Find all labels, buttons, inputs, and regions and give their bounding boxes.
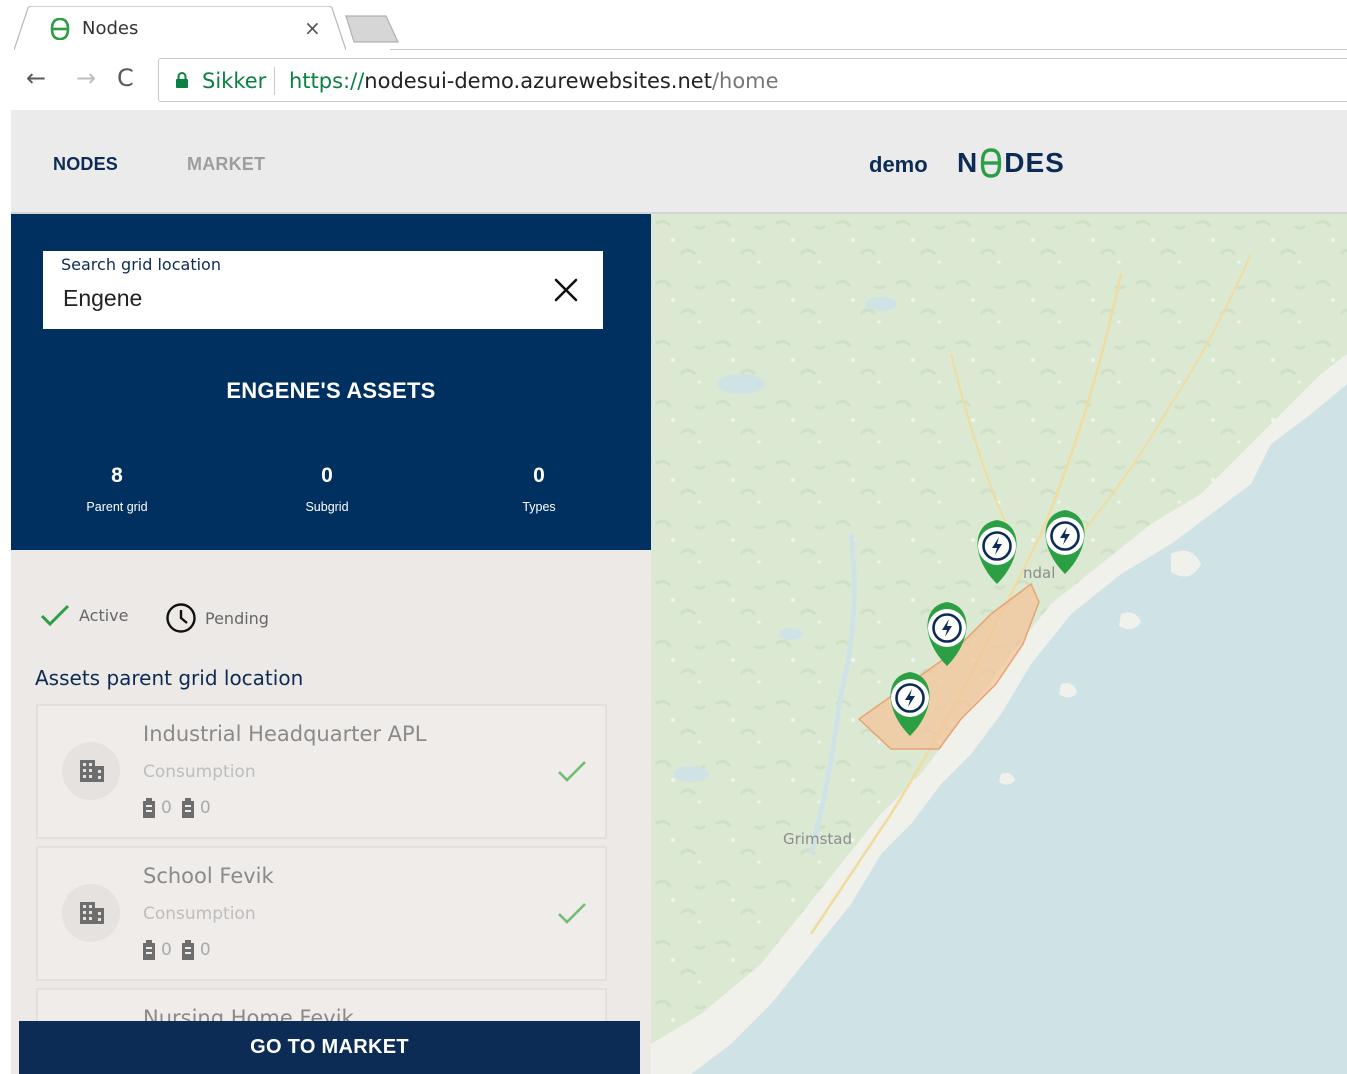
logo-o-icon bbox=[981, 148, 1002, 178]
active-check-icon bbox=[558, 761, 586, 782]
legend-active-label: Active bbox=[79, 605, 129, 625]
battery-icon bbox=[181, 940, 194, 960]
url-scheme: https:// bbox=[289, 69, 365, 93]
stat-value: 0 bbox=[321, 464, 333, 487]
map-label-grimstad: Grimstad bbox=[783, 830, 852, 848]
logo-text-right: DES bbox=[1004, 147, 1065, 178]
asset-count-a: 0 bbox=[161, 940, 172, 960]
asset-card[interactable]: Industrial Headquarter APL Consumption 0… bbox=[36, 704, 607, 839]
assets-panel: Search grid location ENGENE'S ASSETS 8 P… bbox=[11, 214, 651, 1074]
forward-arrow-icon[interactable]: → bbox=[76, 64, 96, 92]
map-canvas bbox=[651, 214, 1347, 1074]
legend-pending: Pending bbox=[165, 602, 269, 634]
nav-nodes[interactable]: NODES bbox=[53, 154, 118, 175]
building-icon bbox=[62, 884, 120, 942]
new-tab-button[interactable] bbox=[344, 14, 400, 44]
address-separator bbox=[274, 67, 275, 95]
search-label: Search grid location bbox=[61, 255, 221, 274]
secure-label: Sikker bbox=[202, 69, 267, 93]
search-input[interactable] bbox=[63, 285, 523, 312]
legend-active: Active bbox=[39, 602, 129, 628]
stat-label: Types bbox=[522, 500, 556, 514]
nodes-logo: N DES bbox=[957, 146, 1065, 180]
nodes-favicon-icon bbox=[50, 18, 70, 40]
summary-box: Search grid location ENGENE'S ASSETS 8 P… bbox=[11, 214, 651, 550]
asset-name: Industrial Headquarter APL bbox=[143, 722, 427, 746]
nav-market[interactable]: MARKET bbox=[187, 154, 265, 175]
lake bbox=[717, 374, 765, 394]
search-grid-location: Search grid location bbox=[43, 251, 603, 329]
lake bbox=[779, 628, 803, 640]
address-bar[interactable]: Sikker https://nodesui-demo.azurewebsite… bbox=[158, 58, 1347, 102]
assets-section-title: Assets parent grid location bbox=[35, 666, 304, 690]
check-icon bbox=[40, 604, 70, 627]
battery-icon bbox=[181, 798, 194, 818]
url-path: /home bbox=[711, 69, 779, 93]
app-root: NODES MARKET demo N DES Search grid loca… bbox=[11, 110, 1347, 1074]
battery-icon bbox=[143, 798, 155, 818]
map-view[interactable]: ndal Grimstad bbox=[651, 214, 1347, 1074]
lake bbox=[865, 297, 897, 311]
assets-title: ENGENE'S ASSETS bbox=[226, 378, 436, 403]
stat-value: 0 bbox=[533, 464, 545, 487]
asset-count-b: 0 bbox=[199, 798, 211, 818]
logo-text-left: N bbox=[957, 147, 979, 178]
tenant-name: demo bbox=[869, 152, 928, 177]
asset-counts: 0 0 bbox=[143, 798, 221, 818]
lock-icon bbox=[176, 72, 188, 88]
clock-icon bbox=[166, 603, 196, 633]
stat-parent-grid: 8 Parent grid bbox=[37, 464, 197, 514]
reload-icon[interactable]: C bbox=[117, 64, 134, 92]
building-icon bbox=[62, 742, 120, 800]
asset-type: Consumption bbox=[143, 904, 256, 924]
asset-count-b: 0 bbox=[199, 940, 211, 960]
browser-toolbar: ← → C Sikker https://nodesui-demo.azurew… bbox=[0, 50, 1347, 110]
active-check-icon bbox=[558, 903, 586, 924]
asset-card[interactable]: School Fevik Consumption 0 0 bbox=[36, 846, 607, 981]
clear-search-icon[interactable] bbox=[551, 275, 581, 305]
asset-counts: 0 0 bbox=[143, 940, 221, 960]
stat-types: 0 Types bbox=[459, 464, 619, 514]
url-text: https://nodesui-demo.azurewebsites.net/h… bbox=[289, 69, 779, 93]
asset-name: School Fevik bbox=[143, 864, 274, 888]
asset-count-a: 0 bbox=[161, 798, 172, 818]
browser-tab-strip: Nodes × bbox=[0, 0, 1347, 50]
map-label-town: ndal bbox=[1023, 564, 1056, 582]
stat-subgrid: 0 Subgrid bbox=[247, 464, 407, 514]
tab-close-icon[interactable]: × bbox=[304, 16, 321, 40]
stat-label: Subgrid bbox=[305, 500, 349, 514]
back-arrow-icon[interactable]: ← bbox=[26, 64, 46, 92]
lake bbox=[673, 766, 709, 782]
stat-value: 8 bbox=[111, 464, 123, 487]
browser-tab[interactable]: Nodes × bbox=[14, 6, 346, 50]
legend-pending-label: Pending bbox=[205, 608, 269, 628]
url-host: nodesui-demo.azurewebsites.net bbox=[364, 69, 712, 93]
stat-label: Parent grid bbox=[86, 500, 148, 514]
app-header: NODES MARKET demo N DES bbox=[11, 110, 1347, 214]
go-to-market-button[interactable]: GO TO MARKET bbox=[19, 1021, 640, 1074]
battery-icon bbox=[143, 940, 155, 960]
asset-type: Consumption bbox=[143, 762, 256, 782]
tab-title: Nodes bbox=[82, 18, 139, 39]
